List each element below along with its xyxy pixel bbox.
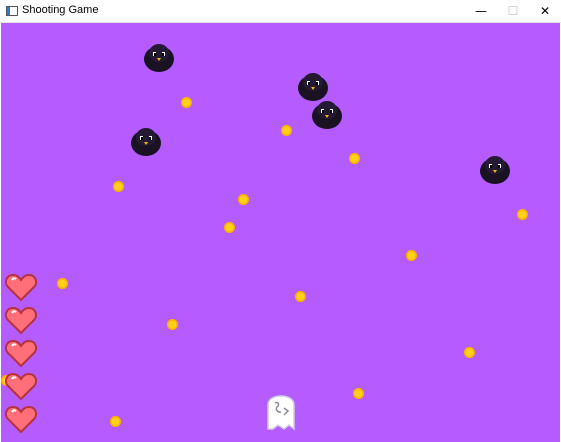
fireball-icon bbox=[281, 125, 292, 136]
fireball-icon bbox=[406, 250, 417, 261]
game-window: Shooting Game — ☐ ✕ bbox=[0, 0, 561, 442]
window-title: Shooting Game bbox=[22, 4, 99, 16]
fireball-icon bbox=[57, 278, 68, 289]
fireball-icon bbox=[295, 291, 306, 302]
fireball-icon bbox=[113, 181, 124, 192]
fireball-icon bbox=[353, 388, 364, 399]
crow-enemy-icon bbox=[144, 44, 174, 72]
minimize-button[interactable]: — bbox=[465, 0, 497, 22]
heart-icon bbox=[5, 372, 37, 401]
fireball-icon bbox=[110, 416, 121, 427]
crow-enemy-icon bbox=[312, 101, 342, 129]
crow-enemy-icon bbox=[480, 156, 510, 184]
fireball-icon bbox=[349, 153, 360, 164]
crow-enemy-icon bbox=[131, 128, 161, 156]
fireball-icon bbox=[181, 97, 192, 108]
title-bar: Shooting Game — ☐ ✕ bbox=[0, 0, 561, 23]
fireball-icon bbox=[167, 319, 178, 330]
close-button[interactable]: ✕ bbox=[529, 0, 561, 22]
heart-icon bbox=[5, 339, 37, 368]
heart-icon bbox=[5, 405, 37, 434]
maximize-button[interactable]: ☐ bbox=[497, 0, 529, 22]
ghost-player-icon bbox=[267, 395, 295, 431]
fireball-icon bbox=[224, 222, 235, 233]
app-icon bbox=[6, 6, 18, 16]
heart-icon bbox=[5, 306, 37, 335]
fireball-icon bbox=[517, 209, 528, 220]
heart-icon bbox=[5, 273, 37, 302]
fireball-icon bbox=[238, 194, 249, 205]
game-canvas[interactable] bbox=[1, 23, 560, 442]
fireball-icon bbox=[464, 347, 475, 358]
